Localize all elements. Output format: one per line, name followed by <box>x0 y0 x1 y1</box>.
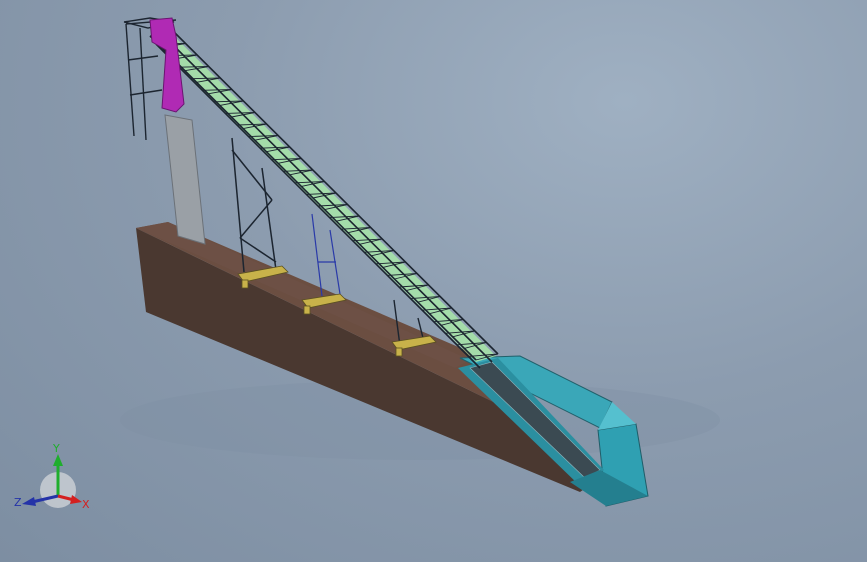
x-axis-arrow <box>70 495 82 504</box>
support-tower-2 <box>311 213 341 297</box>
x-axis-label: X <box>82 498 90 511</box>
y-axis-label: Y <box>52 442 60 455</box>
z-axis-arrow <box>22 497 36 506</box>
z-axis-label: Z <box>14 496 22 509</box>
y-axis-arrow <box>53 454 63 466</box>
reference-triad[interactable]: Y Z X <box>14 440 94 520</box>
graphics-viewport[interactable]: Y Z X <box>0 0 867 562</box>
conveyor-3d-model[interactable] <box>0 0 867 562</box>
discharge-hopper <box>149 17 185 113</box>
